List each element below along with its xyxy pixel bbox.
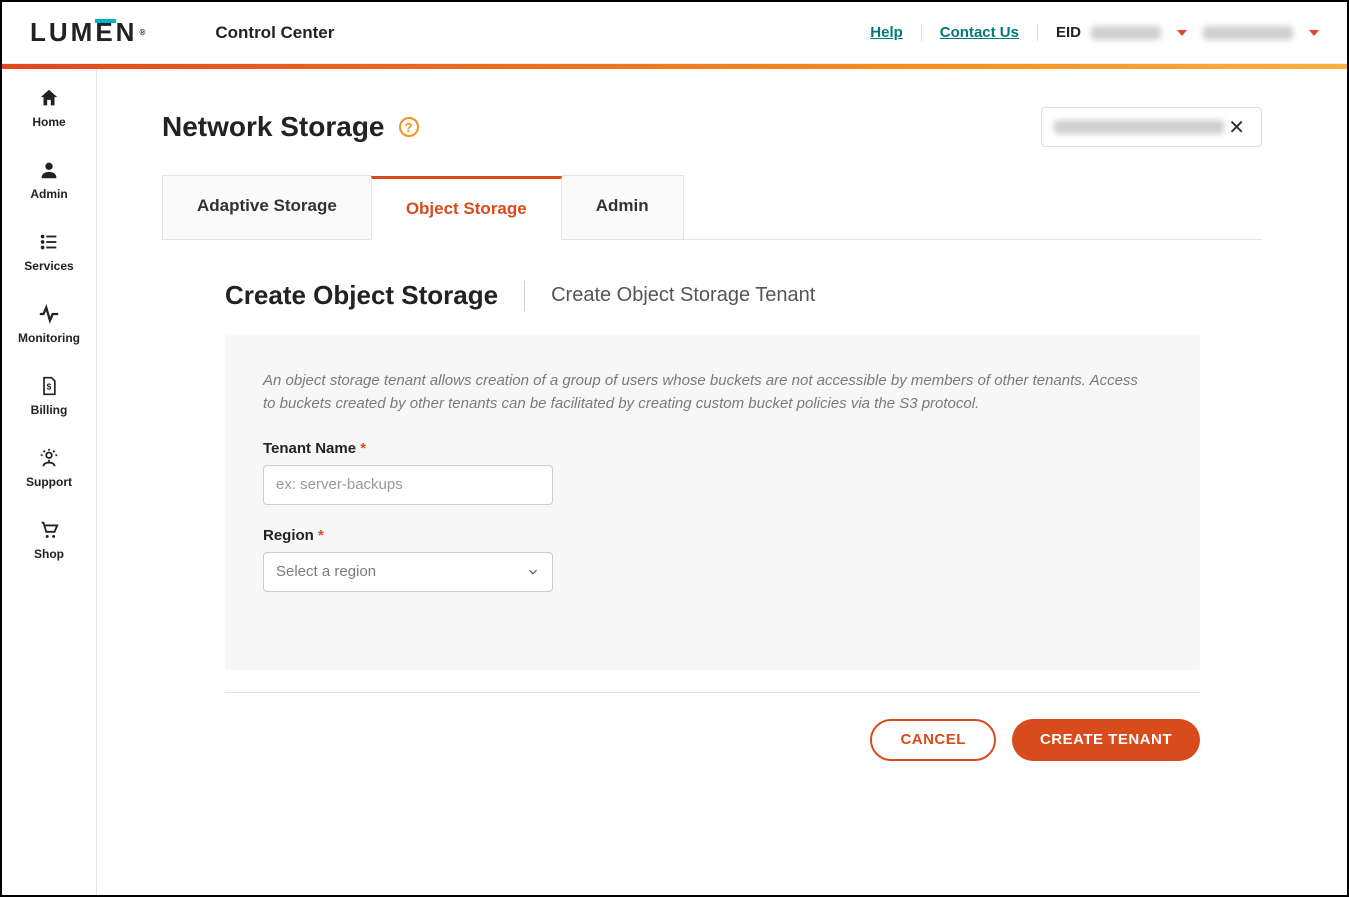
sidebar-item-monitoring[interactable]: Monitoring xyxy=(18,303,80,345)
region-field: Region * Select a region xyxy=(263,527,1162,592)
region-label: Region * xyxy=(263,527,1162,544)
form-actions: CANCEL CREATE TENANT xyxy=(225,719,1200,761)
chevron-down-icon xyxy=(1177,30,1187,36)
sidebar-item-home[interactable]: Home xyxy=(32,87,65,129)
tab-object-storage[interactable]: Object Storage xyxy=(371,176,562,240)
page-title-text: Network Storage xyxy=(162,111,385,143)
gear-user-icon xyxy=(38,447,60,469)
svg-text:$: $ xyxy=(47,381,52,391)
tab-admin[interactable]: Admin xyxy=(561,175,684,239)
sidebar-item-shop[interactable]: Shop xyxy=(34,519,64,561)
header: LUMEN® Control Center Help Contact Us EI… xyxy=(2,2,1347,64)
divider xyxy=(524,281,525,311)
main-content: Network Storage ? ✕ Adaptive Storage Obj… xyxy=(97,69,1347,895)
sidebar-item-label: Home xyxy=(32,115,65,129)
user-icon xyxy=(38,159,60,181)
sidebar-item-services[interactable]: Services xyxy=(24,231,73,273)
context-value-redacted xyxy=(1054,120,1224,134)
sidebar-item-label: Shop xyxy=(34,547,64,561)
sidebar-item-admin[interactable]: Admin xyxy=(30,159,67,201)
context-chip[interactable]: ✕ xyxy=(1041,107,1262,147)
form-panel: An object storage tenant allows creation… xyxy=(225,335,1200,670)
sidebar-item-label: Admin xyxy=(30,187,67,201)
contact-us-link[interactable]: Contact Us xyxy=(922,24,1038,41)
home-icon xyxy=(38,87,60,109)
required-marker: * xyxy=(360,440,366,457)
page-title: Network Storage ? xyxy=(162,111,419,143)
panel-description: An object storage tenant allows creation… xyxy=(263,369,1143,416)
chevron-down-icon xyxy=(526,565,540,579)
eid-dropdown[interactable]: EID xyxy=(1038,24,1325,41)
region-select[interactable]: Select a region xyxy=(263,552,553,592)
eid-prefix: EID xyxy=(1056,24,1081,41)
tenant-name-label-text: Tenant Name xyxy=(263,440,356,457)
eid-value-redacted xyxy=(1091,26,1161,40)
tab-adaptive-storage[interactable]: Adaptive Storage xyxy=(162,175,372,239)
sidebar-item-label: Monitoring xyxy=(18,331,80,345)
invoice-icon: $ xyxy=(38,375,60,397)
sidebar-item-billing[interactable]: $ Billing xyxy=(31,375,68,417)
list-icon xyxy=(38,231,60,253)
sidebar: Home Admin Services Monitoring $ Billing xyxy=(2,69,97,895)
cart-icon xyxy=(38,519,60,541)
help-link[interactable]: Help xyxy=(852,24,922,41)
header-right: Help Contact Us EID xyxy=(852,24,1325,41)
sidebar-item-label: Services xyxy=(24,259,73,273)
section-breadcrumb: Create Object Storage Tenant xyxy=(551,284,815,307)
chevron-down-icon xyxy=(1309,30,1319,36)
region-select-placeholder: Select a region xyxy=(276,563,376,580)
tenant-name-input[interactable] xyxy=(263,465,553,505)
tenant-name-label: Tenant Name * xyxy=(263,440,1162,457)
breadcrumb: Create Object Storage Create Object Stor… xyxy=(225,280,1262,311)
sidebar-item-support[interactable]: Support xyxy=(26,447,72,489)
sidebar-item-label: Billing xyxy=(31,403,68,417)
pulse-icon xyxy=(38,303,60,325)
region-label-text: Region xyxy=(263,527,314,544)
sidebar-item-label: Support xyxy=(26,475,72,489)
tabs: Adaptive Storage Object Storage Admin xyxy=(162,175,1262,240)
create-tenant-button[interactable]: CREATE TENANT xyxy=(1012,719,1200,761)
section-heading: Create Object Storage xyxy=(225,280,498,311)
user-name-redacted xyxy=(1203,26,1293,40)
close-icon[interactable]: ✕ xyxy=(1224,115,1249,140)
app-name: Control Center xyxy=(215,23,334,43)
cancel-button[interactable]: CANCEL xyxy=(870,719,996,761)
divider xyxy=(225,692,1200,693)
tenant-name-field: Tenant Name * xyxy=(263,440,1162,505)
logo[interactable]: LUMEN® xyxy=(30,17,145,48)
required-marker: * xyxy=(318,527,324,544)
help-icon[interactable]: ? xyxy=(399,117,419,137)
